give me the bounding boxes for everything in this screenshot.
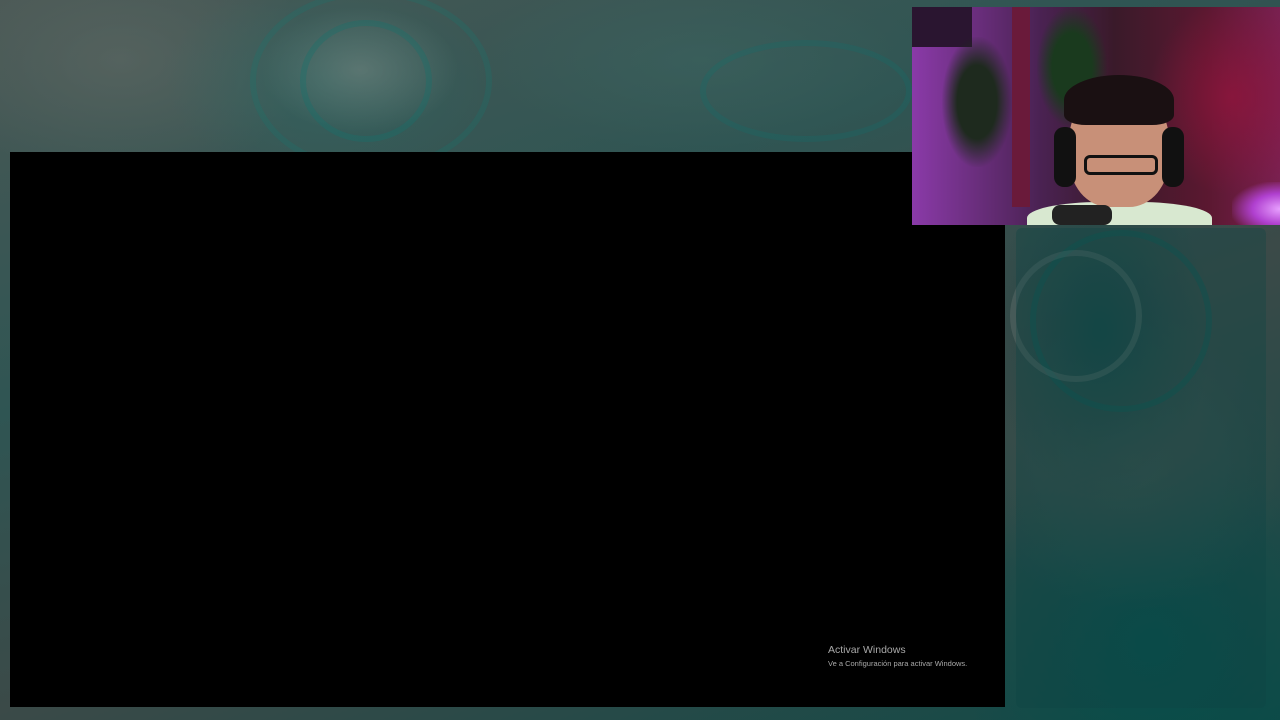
webcam-cabinet bbox=[1012, 7, 1030, 207]
background-swirl bbox=[700, 40, 912, 142]
webcam-plant bbox=[942, 37, 1012, 167]
webcam-person-hair bbox=[1064, 75, 1174, 125]
side-panel bbox=[1016, 228, 1266, 708]
microphone bbox=[1052, 205, 1112, 225]
screen-capture: Activar Windows Ve a Configuración para … bbox=[10, 152, 1005, 707]
watermark-title: Activar Windows bbox=[828, 644, 906, 656]
glasses bbox=[1084, 155, 1158, 175]
watermark-subtitle: Ve a Configuración para activar Windows. bbox=[828, 659, 968, 668]
background-swirl bbox=[250, 0, 492, 172]
webcam-overlay bbox=[912, 7, 1280, 225]
webcam-light bbox=[1232, 182, 1280, 225]
headphones-left bbox=[1054, 127, 1076, 187]
windows-activation-watermark: Activar Windows Ve a Configuración para … bbox=[828, 644, 967, 669]
headphones-right bbox=[1162, 127, 1184, 187]
